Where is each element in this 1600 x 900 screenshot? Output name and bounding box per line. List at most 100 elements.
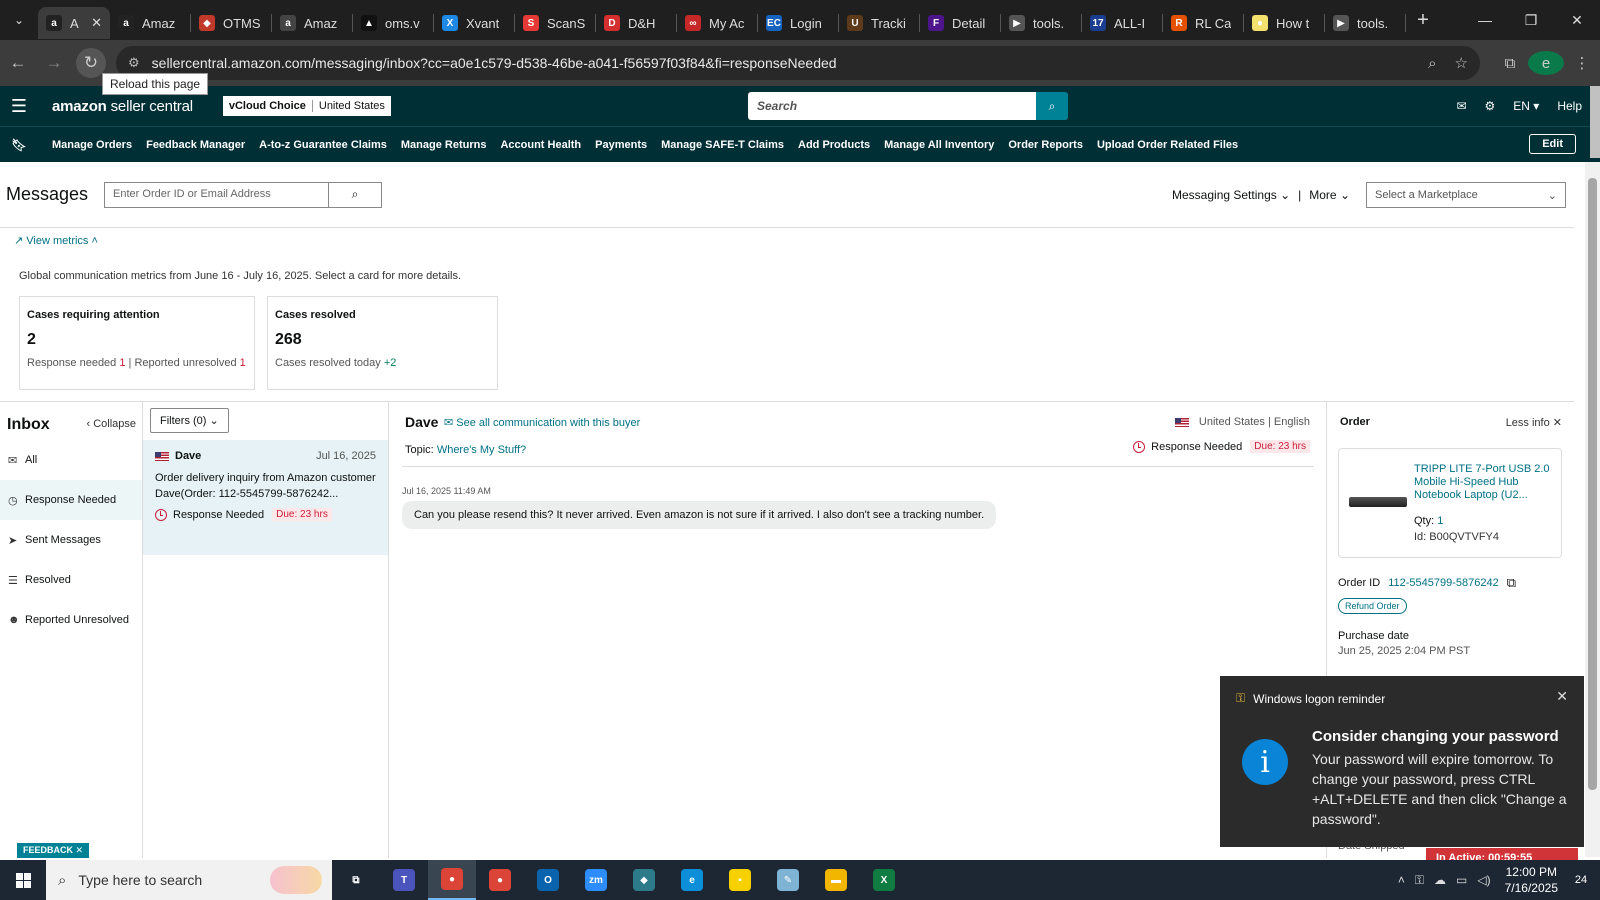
conversation-item[interactable]: Dave Jul 16, 2025 Order delivery inquiry… [143, 440, 388, 555]
taskbar-search[interactable]: ⌕ Type here to search [46, 860, 332, 900]
see-all-communication-link[interactable]: ✉ See all communication with this buyer [444, 416, 640, 429]
browser-tab[interactable]: ▶ tools. [1001, 7, 1081, 39]
close-tab-icon[interactable]: ✕ [91, 15, 102, 31]
chrome-profile-icon[interactable]: ● [476, 860, 524, 900]
browser-tab[interactable]: D D&H [596, 7, 676, 39]
edit-nav-button[interactable]: Edit [1529, 134, 1576, 154]
bookmark-star-icon[interactable]: ☆ [1455, 54, 1468, 72]
browser-tab[interactable]: ∞ My Ac [677, 7, 757, 39]
refund-order-button[interactable]: Refund Order [1338, 598, 1407, 614]
seller-search-input[interactable]: Search [748, 92, 1036, 120]
zoom-icon[interactable]: ⌕ [1428, 55, 1436, 72]
browser-tab[interactable]: U Tracki [839, 7, 919, 39]
excel-icon[interactable]: X [860, 860, 908, 900]
url-omnibox[interactable]: ⚙ sellercentral.amazon.com/messaging/inb… [116, 46, 1480, 80]
inbox-folder[interactable]: ✉ All [0, 440, 142, 480]
nav-item[interactable]: A-to-z Guarantee Claims [259, 139, 387, 151]
inbox-folder[interactable]: ➤ Sent Messages [0, 520, 142, 560]
file-explorer-icon[interactable]: ▬ [812, 860, 860, 900]
order-search-input[interactable]: Enter Order ID or Email Address [104, 181, 329, 208]
browser-menu-icon[interactable]: ⋮ [1564, 54, 1600, 72]
browser-tab[interactable]: X Xvant [434, 7, 514, 39]
browser-tab[interactable]: ◆ OTMS [191, 7, 271, 39]
browser-tab[interactable]: ▲ oms.v [353, 7, 433, 39]
scrollbar-thumb[interactable] [1588, 178, 1597, 790]
nav-item[interactable]: Add Products [798, 139, 870, 151]
search-icon[interactable]: ⌕ [1036, 92, 1068, 120]
browser-tab[interactable]: a Amaz [110, 7, 190, 39]
nav-item[interactable]: Payments [595, 139, 647, 151]
collapse-button[interactable]: ‹ Collapse [86, 418, 136, 430]
inbox-folder[interactable]: ☻ Reported Unresolved [0, 600, 142, 640]
browser-tab[interactable]: ● How t [1244, 7, 1324, 39]
browser-tab[interactable]: a A ✕ [38, 7, 110, 39]
nav-item[interactable]: Manage Returns [401, 139, 487, 151]
browser-tab[interactable]: F Detail [920, 7, 1000, 39]
topic-link[interactable]: Where's My Stuff? [437, 444, 526, 456]
close-window-icon[interactable]: ✕ [1554, 12, 1600, 29]
account-switcher[interactable]: vCloud Choice United States [222, 96, 391, 116]
bookmark-icon[interactable]: 🔖︎ [0, 138, 38, 152]
notepad-icon[interactable]: ✎ [764, 860, 812, 900]
hamburger-menu-icon[interactable]: ☰ [0, 96, 38, 117]
browser-tab[interactable]: a Amaz [272, 7, 352, 39]
search-icon[interactable]: ⌕ [328, 181, 383, 208]
inbox-folder[interactable]: ◷ Response Needed [0, 480, 142, 520]
taskbar-clock[interactable]: 12:00 PM 7/16/2025 [1505, 864, 1558, 896]
outlook-icon[interactable]: O [524, 860, 572, 900]
metric-card-attention[interactable]: Cases requiring attention 2 Response nee… [19, 296, 255, 390]
cloud-icon[interactable]: ☁ [1434, 873, 1446, 887]
extensions-icon[interactable]: ⧉ [1492, 55, 1528, 72]
mail-icon[interactable]: ✉ [1456, 99, 1466, 113]
copy-icon[interactable]: ⧉ [1507, 575, 1516, 591]
app-icon[interactable]: ◆ [620, 860, 668, 900]
browser-tab[interactable]: 17 ALL-I [1082, 7, 1162, 39]
close-icon[interactable]: ✕ [1556, 688, 1568, 705]
edge-icon[interactable]: e [668, 860, 716, 900]
marketplace-select[interactable]: Select a Marketplace ⌄ [1366, 182, 1566, 208]
order-id-link[interactable]: 112-5545799-5876242 [1388, 577, 1499, 589]
browser-tab[interactable]: R RL Ca [1163, 7, 1243, 39]
header-scrollbar[interactable] [1590, 86, 1600, 158]
page-scrollbar[interactable] [1585, 162, 1600, 857]
profile-avatar[interactable]: e [1528, 51, 1564, 75]
new-tab-button[interactable]: + [1406, 9, 1440, 32]
restore-icon[interactable]: ❐ [1508, 12, 1554, 29]
product-title-link[interactable]: TRIPP LITE 7-Port USB 2.0 Mobile Hi-Spee… [1414, 463, 1556, 502]
browser-tab[interactable]: EC Login [758, 7, 838, 39]
site-info-icon[interactable]: ⚙ [128, 55, 140, 71]
nav-item[interactable]: Order Reports [1008, 139, 1083, 151]
chevron-up-icon[interactable]: ˄ [1398, 873, 1405, 887]
volume-icon[interactable]: ◁) [1477, 873, 1490, 887]
view-metrics-toggle[interactable]: ↗ View metrics ˄ [14, 234, 98, 247]
nav-item[interactable]: Manage All Inventory [884, 139, 994, 151]
forward-icon[interactable]: → [36, 53, 72, 73]
feedback-button[interactable]: FEEDBACK ✕ [17, 843, 90, 858]
more-menu[interactable]: More ⌄ [1309, 188, 1350, 202]
language-selector[interactable]: EN ▾ [1513, 99, 1539, 113]
nav-item[interactable]: Manage SAFE-T Claims [661, 139, 784, 151]
network-icon[interactable]: ▭ [1456, 873, 1467, 887]
zoom-icon[interactable]: zm [572, 860, 620, 900]
gear-icon[interactable]: ⚙ [1485, 99, 1496, 113]
key-icon[interactable]: ⚿ [1415, 873, 1424, 888]
minimize-icon[interactable]: — [1462, 12, 1508, 29]
metric-card-resolved[interactable]: Cases resolved 268 Cases resolved today … [267, 296, 498, 390]
notification-center-icon[interactable]: 24 [1568, 869, 1594, 891]
browser-tab[interactable]: ▶ tools. [1325, 7, 1405, 39]
chrome-icon[interactable]: ● [428, 860, 476, 900]
messaging-settings-menu[interactable]: Messaging Settings ⌄ [1172, 188, 1290, 202]
windows-start-icon[interactable] [0, 872, 46, 888]
less-info-button[interactable]: Less info ✕ [1506, 416, 1562, 429]
nav-item[interactable]: Upload Order Related Files [1097, 139, 1238, 151]
browser-tab[interactable]: S ScanS [515, 7, 595, 39]
tab-search-icon[interactable]: ⌄ [0, 0, 38, 40]
teams-icon[interactable]: T [380, 860, 428, 900]
windows-notification[interactable]: ⚿ Windows logon reminder ✕ i Consider cha… [1220, 676, 1584, 847]
task-view-icon[interactable]: ⧉ [332, 860, 380, 900]
nav-item[interactable]: Manage Orders [52, 139, 132, 151]
inbox-folder[interactable]: ☰ Resolved [0, 560, 142, 600]
back-icon[interactable]: ← [0, 53, 36, 73]
seller-central-logo[interactable]: amazon seller central [52, 98, 193, 115]
nav-item[interactable]: Feedback Manager [146, 139, 245, 151]
